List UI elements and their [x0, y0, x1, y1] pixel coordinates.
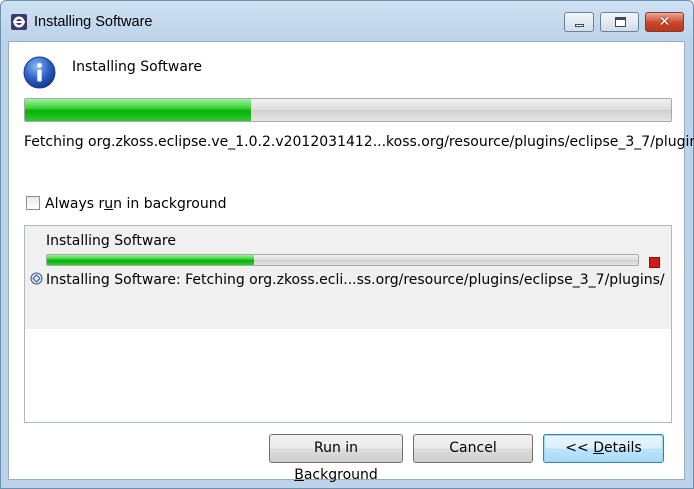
checkbox-label-post: n in background [113, 196, 227, 212]
run-label-post: ackground [303, 467, 378, 483]
main-progress-fill [25, 99, 252, 121]
main-progress-bar [24, 98, 672, 122]
job-status-icon [30, 272, 43, 285]
eclipse-app-icon [11, 14, 27, 30]
dialog-content: Installing Software Fetching org.zkoss.e… [8, 41, 694, 483]
job-title: Installing Software [46, 233, 176, 249]
minimize-icon [575, 24, 584, 27]
run-label-pre: Run in [313, 440, 359, 456]
dialog-heading: Installing Software [72, 59, 202, 75]
close-button[interactable]: ✕ [645, 12, 684, 32]
job-entry: Installing Software Installing Software:… [25, 226, 671, 329]
checkbox-label-mnemonic: u [104, 196, 114, 212]
maximize-icon [615, 17, 626, 27]
close-icon: ✕ [658, 14, 671, 30]
always-run-in-background-label[interactable]: Always run in background [45, 196, 227, 212]
job-progress-fill [47, 255, 254, 265]
details-button[interactable]: << Details [543, 434, 664, 463]
window-title: Installing Software [34, 14, 153, 30]
details-label-post: etails [603, 440, 642, 456]
always-run-in-background-checkbox[interactable] [26, 196, 40, 210]
minimize-button[interactable] [564, 12, 594, 32]
cancel-button[interactable]: Cancel [413, 434, 533, 463]
job-status-text: Installing Software: Fetching org.zkoss.… [46, 272, 665, 288]
maximize-button[interactable] [600, 12, 639, 32]
details-label-mnemonic: D [593, 440, 604, 456]
title-bar[interactable]: Installing Software ✕ [1, 1, 693, 41]
status-text: Fetching org.zkoss.eclipse.ve_1.0.2.v201… [24, 134, 694, 150]
details-panel: Installing Software Installing Software:… [24, 225, 672, 423]
job-progress-bar [46, 254, 639, 266]
stop-job-icon[interactable] [649, 257, 660, 268]
checkbox-label-pre: Always r [45, 196, 105, 212]
run-label-mnemonic: B [294, 467, 304, 483]
info-icon [23, 56, 56, 89]
details-label-pre: << [565, 440, 594, 456]
run-in-background-button[interactable]: Run in Background [269, 434, 403, 483]
installing-software-window: Installing Software ✕ Installing Softwar… [0, 0, 694, 489]
